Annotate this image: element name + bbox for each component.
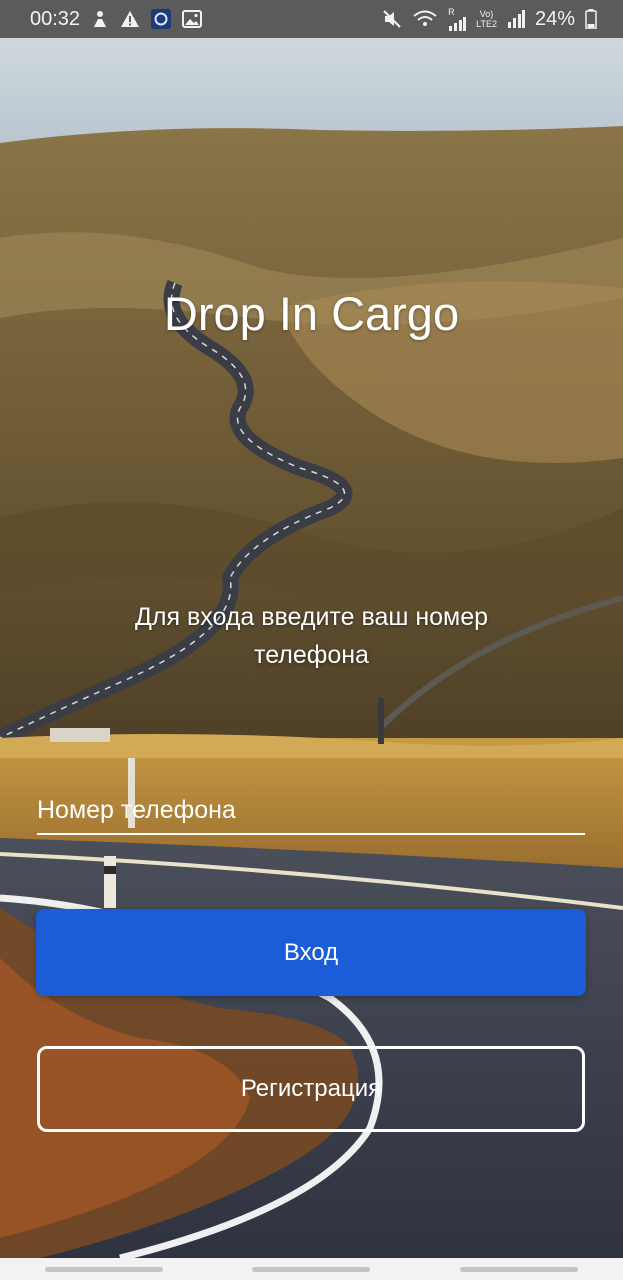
mute-icon: [382, 9, 402, 29]
status-bar: 00:32 R Vo) LTE2 24%: [0, 0, 623, 38]
person-icon: [90, 9, 110, 29]
navigation-bar: [0, 1258, 623, 1280]
phone-input[interactable]: [37, 787, 585, 833]
volte-top: Vo): [479, 9, 494, 19]
volte-bottom: LTE2: [476, 19, 497, 29]
volte-icon: Vo) LTE2: [476, 9, 497, 29]
nav-back-handle[interactable]: [460, 1266, 579, 1272]
login-prompt: Для входа введите ваш номер телефона: [134, 603, 489, 669]
login-button[interactable]: Вход: [36, 909, 586, 996]
battery-icon: [585, 9, 597, 29]
clock: 00:32: [30, 7, 81, 30]
login-screen: 00:32 R Vo) LTE2 24% Drop In Cargo Для в…: [0, 0, 623, 1280]
app-badge-icon: [150, 8, 172, 30]
signal-icon: [507, 10, 525, 28]
phone-field[interactable]: [37, 787, 585, 835]
nav-recents-handle[interactable]: [44, 1266, 163, 1272]
wifi-icon: [412, 9, 438, 29]
signal-icon: R: [448, 6, 467, 31]
battery-percent: 24%: [534, 7, 575, 30]
image-icon: [182, 10, 203, 28]
register-button[interactable]: Регистрация: [37, 1046, 585, 1132]
warning-icon: [120, 9, 140, 29]
status-bar-left: 00:32: [30, 7, 203, 31]
nav-home-handle[interactable]: [252, 1266, 371, 1272]
status-bar-right: R Vo) LTE2 24%: [382, 6, 597, 31]
roaming-label: R: [448, 6, 455, 17]
app-title: Drop In Cargo: [163, 287, 460, 340]
